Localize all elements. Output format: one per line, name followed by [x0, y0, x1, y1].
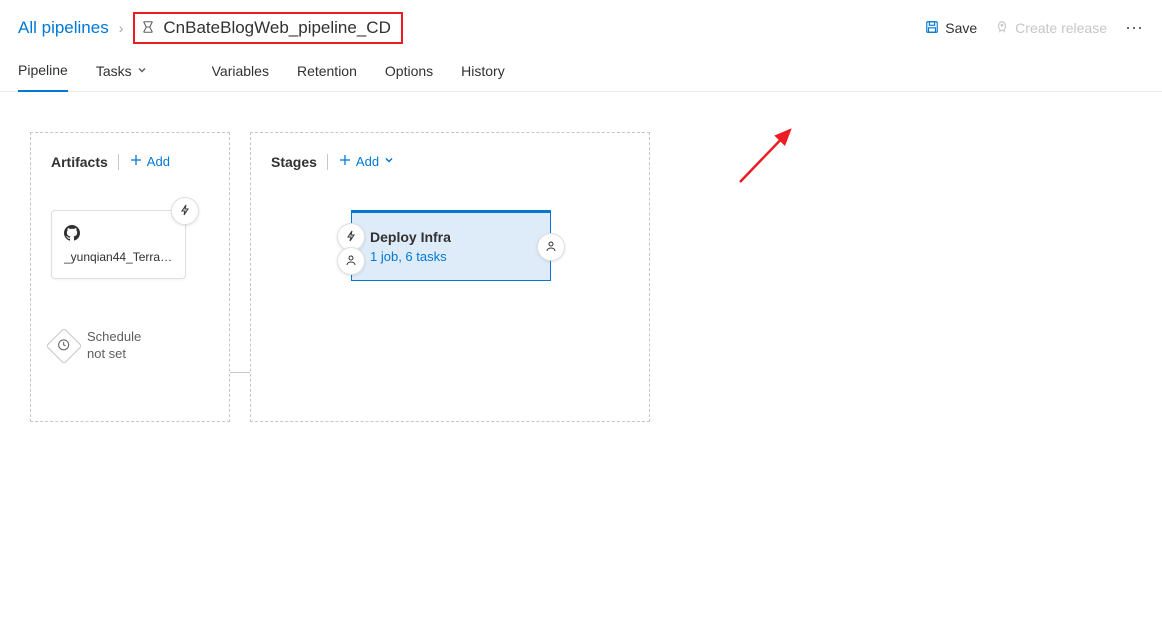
artifact-name: _yunqian44_Terraform_Cnbate_Traffi: [64, 250, 173, 264]
artifacts-panel: Artifacts Add _yunqian44_Terraform_Cnbat…: [30, 132, 230, 422]
tab-options[interactable]: Options: [385, 53, 433, 91]
lightning-icon: [179, 203, 191, 219]
post-deployment-conditions[interactable]: [537, 233, 565, 261]
artifacts-title: Artifacts: [51, 154, 108, 170]
tab-retention[interactable]: Retention: [297, 53, 357, 91]
save-icon: [925, 20, 939, 37]
schedule-row[interactable]: Schedule not set: [51, 329, 209, 363]
tab-pipeline[interactable]: Pipeline: [18, 52, 68, 92]
header-actions: Save Create release ⋯: [925, 18, 1144, 39]
separator: [118, 154, 119, 170]
tab-tasks[interactable]: Tasks: [96, 53, 148, 91]
separator: [327, 154, 328, 170]
create-release-label: Create release: [1015, 20, 1107, 36]
stage-jobs-link[interactable]: 1 job, 6 tasks: [370, 249, 532, 264]
schedule-icon-wrap: [46, 328, 83, 365]
add-stage-button[interactable]: Add: [338, 153, 395, 170]
pipeline-name[interactable]: CnBateBlogWeb_pipeline_CD: [163, 18, 390, 38]
schedule-text: Schedule not set: [87, 329, 141, 363]
stages-panel: Stages Add: [250, 132, 650, 422]
artifacts-header: Artifacts Add: [51, 153, 209, 170]
annotation-arrow: [730, 122, 820, 192]
clock-icon: [58, 338, 70, 353]
pipeline-type-icon: [141, 20, 155, 37]
save-label: Save: [945, 20, 977, 36]
add-stage-label: Add: [356, 154, 379, 169]
add-artifact-label: Add: [147, 154, 170, 169]
breadcrumb-separator: ›: [119, 20, 124, 36]
rocket-icon: [995, 20, 1009, 37]
add-artifact-button[interactable]: Add: [129, 153, 170, 170]
person-icon: [345, 253, 357, 269]
tab-history[interactable]: History: [461, 53, 505, 91]
chevron-down-icon: [136, 63, 148, 79]
stage-card[interactable]: Deploy Infra 1 job, 6 tasks: [351, 210, 551, 281]
stages-header: Stages Add: [271, 153, 629, 170]
plus-icon: [338, 153, 352, 170]
breadcrumb-root-link[interactable]: All pipelines: [18, 18, 109, 38]
tab-variables[interactable]: Variables: [212, 53, 269, 91]
github-icon: [64, 228, 80, 244]
pipeline-canvas: Artifacts Add _yunqian44_Terraform_Cnbat…: [0, 92, 1162, 462]
stages-title: Stages: [271, 154, 317, 170]
stage-content: Deploy Infra 1 job, 6 tasks: [352, 213, 550, 280]
trigger-badge[interactable]: [171, 197, 199, 225]
tab-tasks-label: Tasks: [96, 63, 132, 79]
tabs-bar: Pipeline Tasks Variables Retention Optio…: [0, 52, 1162, 92]
artifact-card[interactable]: _yunqian44_Terraform_Cnbate_Traffi: [51, 210, 186, 279]
chevron-down-icon: [383, 154, 395, 169]
create-release-button: Create release: [995, 20, 1107, 37]
pre-deployment-conditions[interactable]: [337, 223, 365, 275]
breadcrumb: All pipelines › CnBateBlogWeb_pipeline_C…: [18, 12, 403, 44]
lightning-icon: [345, 229, 357, 245]
more-options-button[interactable]: ⋯: [1125, 18, 1144, 39]
pipeline-name-highlight: CnBateBlogWeb_pipeline_CD: [133, 12, 402, 44]
person-icon: [545, 239, 557, 255]
plus-icon: [129, 153, 143, 170]
stage-title: Deploy Infra: [370, 229, 532, 245]
header-bar: All pipelines › CnBateBlogWeb_pipeline_C…: [0, 0, 1162, 52]
save-button[interactable]: Save: [925, 20, 977, 37]
